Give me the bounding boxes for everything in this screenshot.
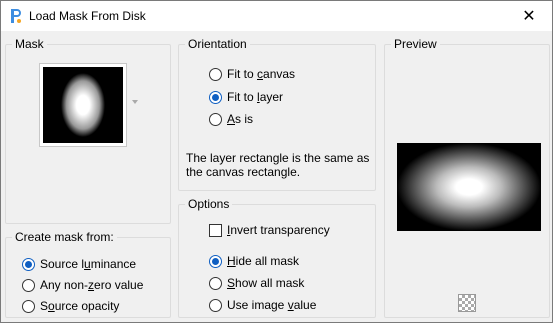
hide-all-mask-label: Hide all mask	[227, 254, 300, 268]
source-opacity-label: Source opacity	[40, 299, 120, 313]
radio-selected-icon	[22, 257, 35, 271]
mask-thumbnail-image	[43, 67, 123, 143]
source-luminance-radio[interactable]: Source luminance	[22, 255, 136, 273]
hide-all-mask-radio[interactable]: Hide all mask	[209, 252, 299, 270]
orientation-fit-canvas-radio[interactable]: Fit to canvas	[209, 65, 295, 83]
orientation-as-is-label: As is	[227, 112, 254, 126]
title-bar[interactable]: Load Mask From Disk ✕	[1, 1, 552, 31]
radio-icon	[209, 112, 222, 126]
mask-dropdown-arrow-icon[interactable]	[132, 100, 138, 104]
radio-icon	[22, 278, 35, 292]
preview-legend: Preview	[394, 37, 437, 51]
show-all-mask-radio[interactable]: Show all mask	[209, 274, 304, 292]
orientation-fit-layer-radio[interactable]: Fit to layer	[209, 88, 283, 106]
info-line-1: The layer rectangle is the same as	[186, 151, 370, 165]
window-title: Load Mask From Disk	[29, 9, 146, 23]
orientation-info-text: The layer rectangle is the same as the c…	[186, 151, 376, 179]
transparency-checker-icon[interactable]	[458, 294, 476, 312]
use-image-value-label: Use image value	[227, 298, 317, 312]
radio-icon	[22, 299, 35, 313]
options-legend: Options	[188, 197, 230, 211]
any-non-zero-label: Any non-zero value	[40, 278, 144, 292]
preview-image	[397, 143, 541, 231]
mask-thumbnail[interactable]	[39, 63, 127, 147]
orientation-fit-canvas-label: Fit to canvas	[227, 67, 296, 81]
checkbox-icon	[209, 223, 222, 237]
use-image-value-radio[interactable]: Use image value	[209, 296, 316, 314]
source-luminance-label: Source luminance	[40, 257, 137, 271]
close-button[interactable]: ✕	[506, 1, 552, 31]
create-mask-legend: Create mask from:	[15, 230, 114, 244]
orientation-legend: Orientation	[188, 37, 247, 51]
radio-icon	[209, 67, 222, 81]
radio-icon	[209, 276, 222, 290]
app-icon	[11, 9, 21, 23]
radio-icon	[209, 298, 222, 312]
mask-legend: Mask	[15, 37, 44, 51]
show-all-mask-label: Show all mask	[227, 276, 305, 290]
dialog-window: Load Mask From Disk ✕ Mask Orientation F…	[0, 0, 553, 323]
invert-transparency-label: Invert transparency	[227, 223, 330, 237]
orientation-fit-layer-label: Fit to layer	[227, 90, 284, 104]
any-non-zero-radio[interactable]: Any non-zero value	[22, 276, 143, 294]
orientation-as-is-radio[interactable]: As is	[209, 110, 253, 128]
source-opacity-radio[interactable]: Source opacity	[22, 297, 119, 315]
invert-transparency-checkbox[interactable]: Invert transparency	[209, 221, 330, 239]
radio-selected-icon	[209, 90, 222, 104]
radio-selected-icon	[209, 254, 222, 268]
info-line-2: the canvas rectangle.	[186, 165, 301, 179]
close-icon: ✕	[522, 8, 536, 25]
